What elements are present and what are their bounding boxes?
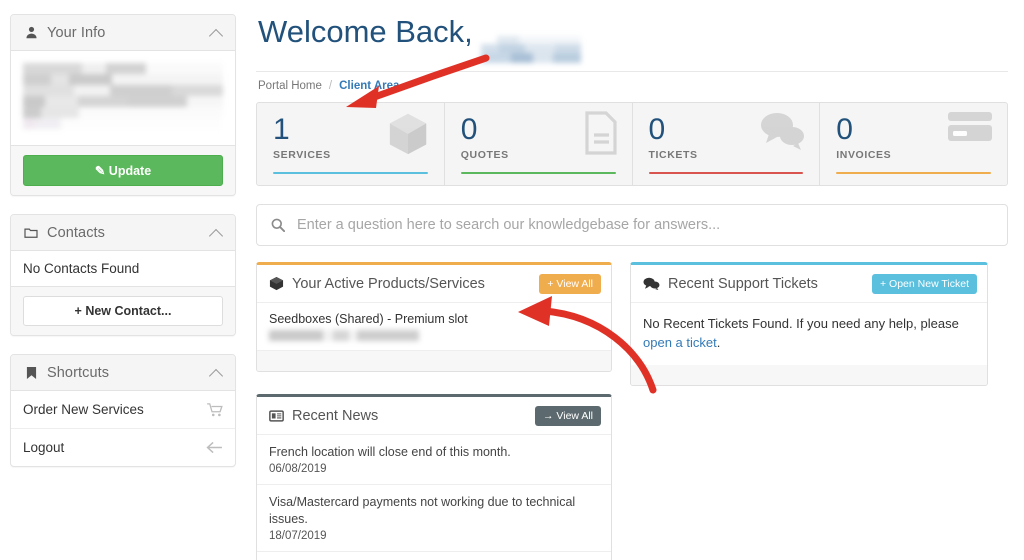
products-view-all-label: View All	[556, 277, 593, 290]
breadcrumb: Portal Home / Client Area	[256, 72, 1008, 102]
arrow-left-icon	[206, 441, 223, 454]
breadcrumb-portal-home[interactable]: Portal Home	[258, 80, 322, 92]
comments-icon	[643, 277, 660, 290]
knowledgebase-search[interactable]	[256, 204, 1008, 246]
tickets-panel: Recent Support Tickets + Open New Ticket…	[630, 262, 988, 386]
breadcrumb-client-area[interactable]: Client Area	[339, 80, 399, 92]
news-panel: Recent News → View All French location w…	[256, 394, 612, 560]
your-info-body	[11, 51, 235, 145]
products-panel-title: Your Active Products/Services	[292, 275, 485, 292]
news-panel-header: Recent News → View All	[257, 397, 611, 435]
left-column: Your Active Products/Services + View All…	[256, 262, 612, 560]
user-icon	[23, 26, 39, 39]
redacted-user-name	[480, 36, 581, 63]
plus-icon: +	[879, 277, 887, 290]
product-name: Seedboxes (Shared) - Premium slot	[269, 312, 468, 326]
tickets-empty-text-after: .	[716, 334, 721, 350]
news-date: 18/07/2019	[269, 529, 327, 542]
quotes-accent-bar	[460, 171, 616, 174]
document-icon	[584, 111, 618, 160]
your-info-footer: ✎ Update	[11, 145, 235, 195]
newspaper-icon	[269, 409, 284, 422]
search-input[interactable]	[297, 217, 993, 233]
open-new-ticket-label: Open New Ticket	[889, 277, 969, 290]
services-stat[interactable]: 1 SERVICES	[257, 103, 445, 185]
main-content: Welcome Back, Portal Home / Client Area …	[256, 0, 1008, 560]
page-title-text: Welcome Back,	[258, 14, 473, 49]
news-item[interactable]: Visa/Mastercard payments not working due…	[257, 485, 611, 552]
cube-icon	[269, 276, 284, 291]
shopping-cart-icon	[207, 402, 223, 417]
shortcuts-panel: Shortcuts Order New Services Logout	[10, 354, 236, 467]
tickets-accent-bar	[648, 171, 804, 174]
tickets-panel-header: Recent Support Tickets + Open New Ticket	[631, 265, 987, 303]
invoices-label: INVOICES	[836, 149, 892, 161]
news-item[interactable]: French location will close end of this m…	[257, 435, 611, 485]
order-new-services-label: Order New Services	[23, 402, 144, 417]
page-title: Welcome Back,	[256, 0, 1008, 72]
invoices-stat[interactable]: 0 INVOICES	[820, 103, 1007, 185]
redacted-product-detail	[269, 330, 419, 341]
contacts-header[interactable]: Contacts	[11, 215, 235, 251]
tickets-panel-title: Recent Support Tickets	[668, 275, 818, 292]
client-area-page: Your Info ✎ Update Contacts No Contacts …	[0, 0, 1024, 560]
new-contact-button[interactable]: + New Contact...	[23, 296, 223, 326]
tickets-empty-text-before: No Recent Tickets Found. If you need any…	[643, 316, 959, 331]
chevron-up-icon[interactable]	[209, 28, 223, 38]
news-panel-title: Recent News	[292, 407, 379, 424]
news-view-all-button[interactable]: → View All	[535, 405, 601, 426]
product-list-item[interactable]: Seedboxes (Shared) - Premium slot	[257, 303, 611, 351]
contacts-empty-text: No Contacts Found	[23, 261, 140, 276]
contacts-panel: Contacts No Contacts Found + New Contact…	[10, 214, 236, 336]
news-headline: Visa/Mastercard payments not working due…	[269, 494, 576, 526]
contacts-footer: + New Contact...	[11, 286, 235, 335]
shortcuts-header[interactable]: Shortcuts	[11, 355, 235, 391]
arrow-right-icon: →	[543, 409, 554, 422]
update-button[interactable]: ✎ Update	[23, 155, 223, 186]
folder-icon	[23, 227, 39, 239]
bookmark-icon	[23, 366, 39, 380]
products-panel-footer	[257, 351, 611, 371]
comments-icon	[759, 111, 805, 156]
quotes-stat[interactable]: 0 QUOTES	[445, 103, 633, 185]
shortcuts-title: Shortcuts	[47, 364, 110, 381]
sidebar: Your Info ✎ Update Contacts No Contacts …	[10, 14, 236, 485]
products-panel-header: Your Active Products/Services + View All	[257, 265, 611, 303]
pencil-icon: ✎	[94, 164, 106, 178]
chevron-up-icon[interactable]	[209, 368, 223, 378]
chevron-up-icon[interactable]	[209, 228, 223, 238]
open-a-ticket-link[interactable]: open a ticket	[643, 335, 717, 350]
products-panel: Your Active Products/Services + View All…	[256, 262, 612, 372]
new-contact-label: New Contact...	[85, 304, 172, 318]
your-info-panel: Your Info ✎ Update	[10, 14, 236, 196]
products-view-all-button[interactable]: + View All	[539, 273, 601, 294]
plus-icon: +	[547, 277, 554, 290]
dashboard-columns: Your Active Products/Services + View All…	[256, 262, 1008, 560]
search-icon	[271, 218, 285, 232]
contacts-title: Contacts	[47, 224, 106, 241]
your-info-header[interactable]: Your Info	[11, 15, 235, 51]
cube-icon	[386, 111, 430, 162]
logout-label: Logout	[23, 440, 65, 455]
breadcrumb-separator: /	[328, 80, 333, 92]
redacted-account-info	[23, 63, 223, 131]
stats-bar: 1 SERVICES 0 QUOTES 0 TICKETS 0 INVOICES	[256, 102, 1008, 186]
update-button-label: Update	[108, 164, 152, 178]
sidebar-item-logout[interactable]: Logout	[11, 429, 235, 466]
invoices-accent-bar	[836, 171, 991, 174]
open-new-ticket-button[interactable]: + Open New Ticket	[871, 273, 977, 294]
right-column: Recent Support Tickets + Open New Ticket…	[630, 262, 988, 408]
news-view-all-label: View All	[556, 409, 593, 422]
services-accent-bar	[273, 171, 428, 174]
tickets-empty-message: No Recent Tickets Found. If you need any…	[631, 303, 987, 365]
tickets-stat[interactable]: 0 TICKETS	[633, 103, 821, 185]
news-headline: French location will close end of this m…	[269, 445, 511, 459]
credit-card-icon	[947, 111, 993, 150]
plus-icon: +	[74, 304, 82, 318]
news-item[interactable]: Double bandwidth quota on dedicated! 13/…	[257, 552, 611, 560]
sidebar-item-order-new-services[interactable]: Order New Services	[11, 391, 235, 429]
tickets-panel-footer	[631, 364, 987, 385]
news-date: 06/08/2019	[269, 462, 327, 475]
your-info-title: Your Info	[47, 24, 106, 41]
